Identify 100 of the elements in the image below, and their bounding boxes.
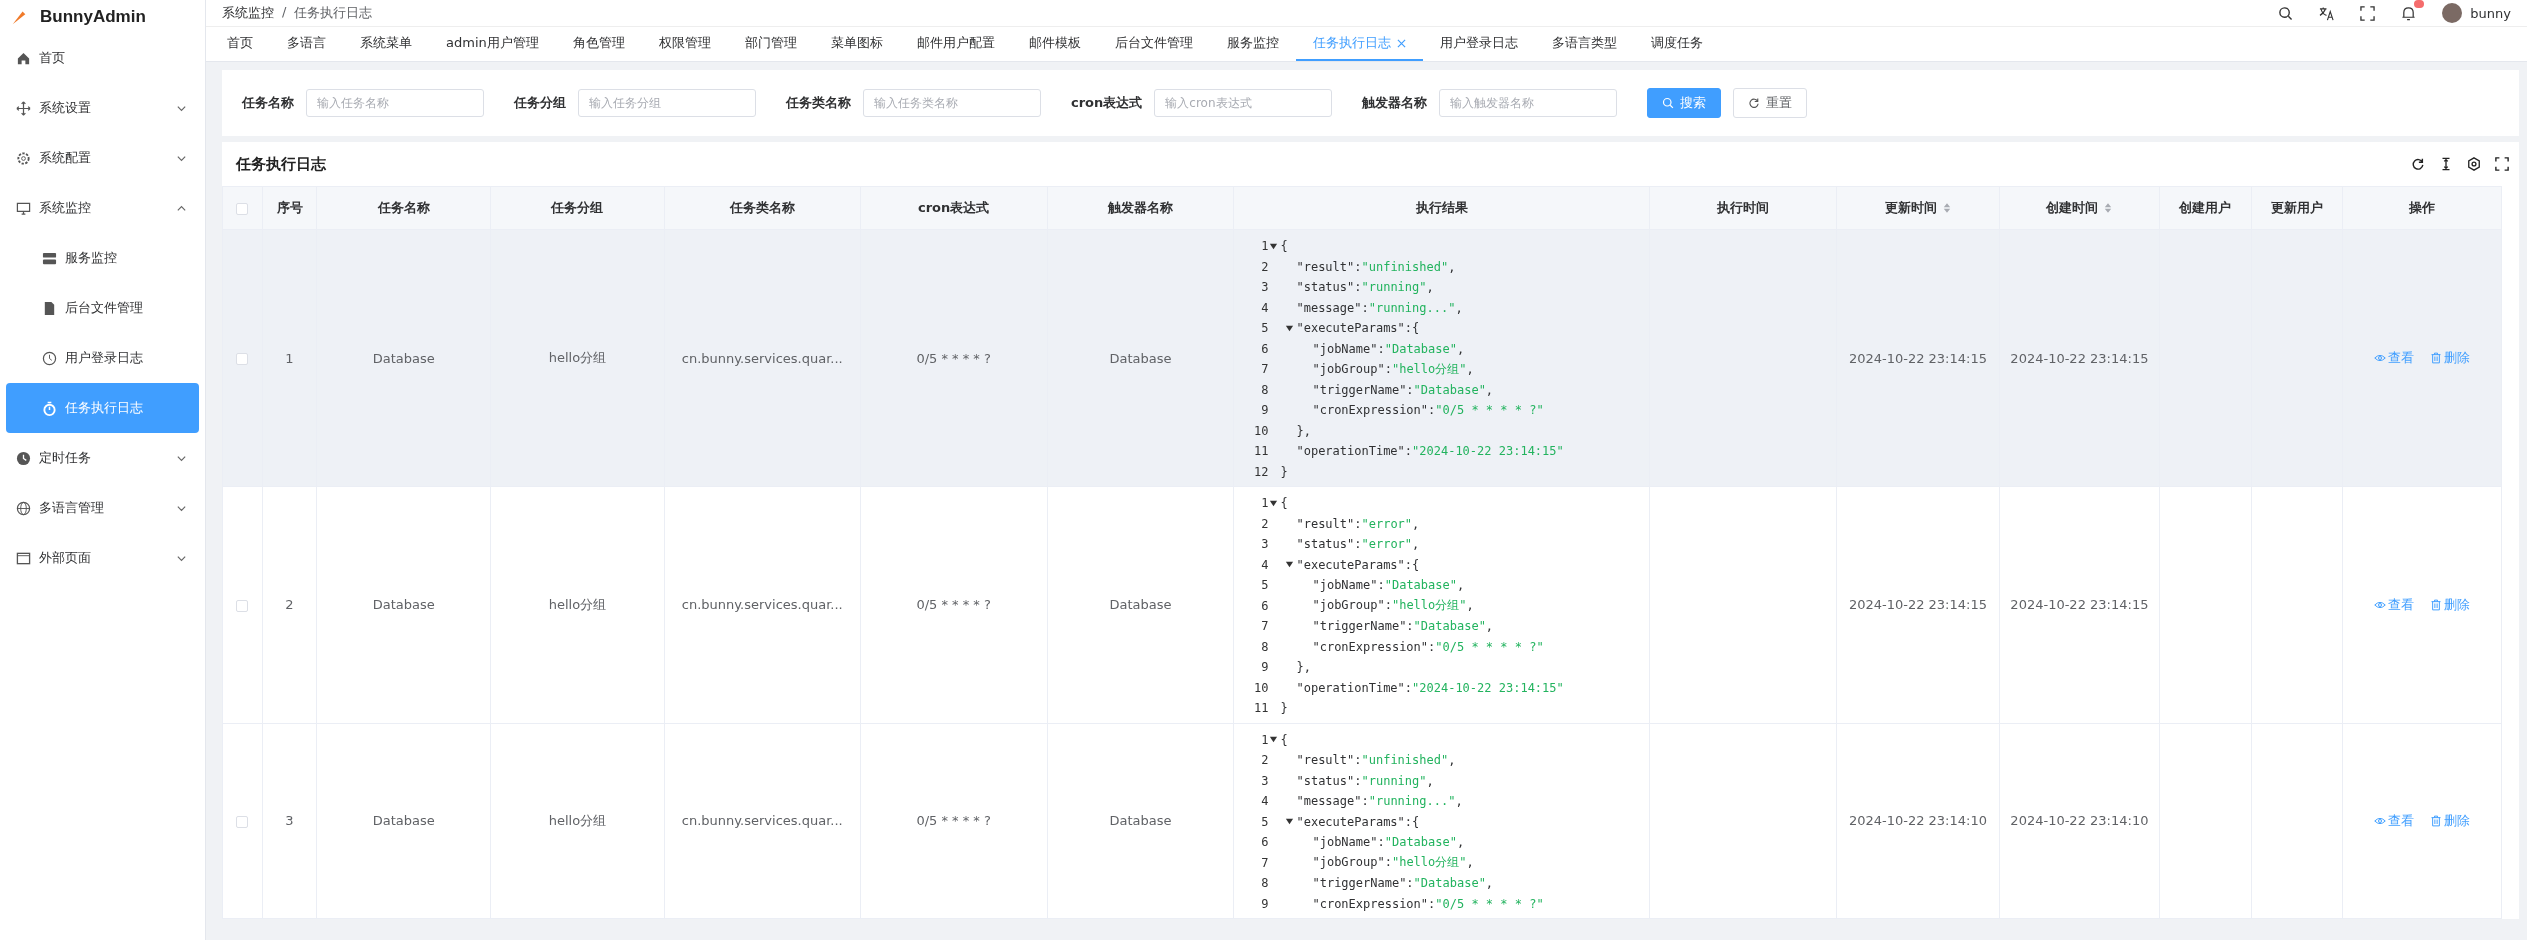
checkbox[interactable]	[236, 815, 249, 828]
reset-button[interactable]: 重置	[1733, 88, 1808, 118]
code-line: {	[1280, 239, 1288, 254]
tab[interactable]: 后台文件管理	[1097, 27, 1210, 61]
user-name[interactable]: bunny	[2470, 5, 2511, 21]
input-field[interactable]: 输入任务分组	[578, 89, 756, 117]
column-header: 执行结果	[1415, 199, 1468, 217]
gear-icon	[16, 150, 31, 166]
avatar[interactable]	[2442, 3, 2463, 23]
line-number: 7	[1260, 362, 1269, 377]
collapse-toggle-icon[interactable]	[1269, 241, 1279, 251]
table-cell: 0/5 * * * * ?	[860, 229, 1048, 487]
fullscreen-icon[interactable]	[2360, 5, 2376, 21]
sidebar-item[interactable]: 多语言管理	[0, 483, 205, 533]
code-line: {	[1280, 732, 1288, 747]
code-line: "executeParams":{	[1296, 814, 1420, 829]
refresh-icon[interactable]	[2411, 157, 2425, 171]
column-header: 任务类名称	[729, 199, 795, 217]
line-number: 9	[1260, 896, 1269, 911]
tab[interactable]: 用户登录日志	[1422, 27, 1535, 61]
code-line: "executeParams":{	[1296, 321, 1420, 336]
checkbox[interactable]	[236, 599, 249, 612]
table-cell: Database	[316, 229, 491, 487]
line-number: 8	[1260, 639, 1269, 654]
table-cell: 2024-10-22 23:14:15	[1836, 486, 2000, 723]
sidebar-item[interactable]: 后台文件管理	[6, 283, 199, 333]
breadcrumb-item[interactable]: 任务执行日志	[294, 4, 373, 22]
move-icon	[16, 100, 31, 116]
breadcrumb-item[interactable]: 系统监控	[222, 4, 274, 22]
tab[interactable]: 权限管理	[641, 27, 728, 61]
checkbox[interactable]	[236, 203, 249, 215]
collapse-toggle-icon[interactable]	[1269, 498, 1279, 508]
code-line: "jobGroup":"hello分组",	[1312, 597, 1474, 615]
code-line: "result":"unfinished",	[1296, 259, 1456, 274]
collapse-toggle-icon[interactable]	[1285, 817, 1295, 827]
tab[interactable]: 多语言类型	[1534, 27, 1634, 61]
line-number: 1	[1260, 732, 1269, 747]
line-number: 9	[1260, 660, 1269, 675]
line-number: 7	[1260, 855, 1269, 870]
sidebar-item[interactable]: 系统配置	[0, 133, 205, 183]
code-line: "status":"error",	[1296, 537, 1420, 552]
trash-icon	[2430, 814, 2443, 827]
input-field[interactable]: 输入cron表达式	[1154, 89, 1333, 117]
tab[interactable]: 首页	[210, 27, 270, 61]
fullscreen-icon[interactable]	[2495, 157, 2509, 171]
settings-icon[interactable]	[2467, 157, 2481, 171]
tab[interactable]: 部门管理	[727, 27, 814, 61]
sidebar-item[interactable]: 首页	[0, 33, 205, 83]
input-field[interactable]: 输入任务类名称	[863, 89, 1041, 117]
table-cell: hello分组	[490, 229, 665, 487]
window-icon	[16, 550, 31, 566]
line-number: 2	[1260, 259, 1269, 274]
line-number: 6	[1260, 835, 1269, 850]
code-line: "jobGroup":"hello分组",	[1312, 360, 1474, 378]
table-cell: Database	[316, 723, 491, 919]
tab[interactable]: 邮件用户配置	[899, 27, 1012, 61]
checkbox[interactable]	[236, 353, 249, 365]
tab[interactable]: admin用户管理	[429, 27, 556, 61]
search-icon	[1662, 97, 1675, 109]
sidebar-item[interactable]: 系统设置	[0, 83, 205, 133]
sidebar-item[interactable]: 用户登录日志	[6, 333, 199, 383]
code-line: {	[1280, 496, 1288, 511]
code-line: "triggerName":"Database",	[1312, 382, 1494, 397]
sidebar-item[interactable]: 服务监控	[6, 233, 199, 283]
line-number: 6	[1260, 341, 1269, 356]
tab[interactable]: 邮件模板	[1011, 27, 1098, 61]
file-icon	[42, 300, 57, 316]
tab[interactable]: 服务监控	[1209, 27, 1296, 61]
tab[interactable]: 系统菜单	[343, 27, 429, 61]
code-line: "result":"unfinished",	[1296, 753, 1456, 768]
tab[interactable]: 角色管理	[555, 27, 642, 61]
close-icon[interactable]	[1396, 38, 1406, 48]
field-label: 任务类名称	[786, 94, 851, 112]
tab[interactable]: 菜单图标	[813, 27, 900, 61]
collapse-toggle-icon[interactable]	[1285, 323, 1295, 333]
sidebar-item[interactable]: 定时任务	[0, 433, 205, 483]
table-cell: hello分组	[490, 723, 665, 919]
tab[interactable]: 多语言	[270, 27, 343, 61]
line-number: 6	[1260, 598, 1269, 613]
collapse-toggle-icon[interactable]	[1285, 560, 1295, 570]
code-line: "result":"error",	[1296, 516, 1420, 531]
refresh-icon	[1748, 97, 1761, 109]
field-label: 任务分组	[514, 94, 566, 112]
code-line: "cronExpression":"0/5 * * * * ?"	[1312, 896, 1544, 911]
line-number: 2	[1260, 516, 1269, 531]
tab[interactable]: 调度任务	[1633, 27, 1720, 61]
translate-icon[interactable]	[2319, 5, 2335, 21]
collapse-toggle-icon[interactable]	[1269, 735, 1279, 745]
column-header: 任务名称	[377, 199, 430, 217]
field-label: 任务名称	[242, 94, 294, 112]
search-icon[interactable]	[2278, 5, 2294, 21]
code-line: "message":"running...",	[1296, 794, 1463, 809]
input-field[interactable]: 输入任务名称	[306, 89, 484, 117]
input-field[interactable]: 输入触发器名称	[1439, 89, 1618, 117]
column-header: 任务分组	[551, 199, 604, 217]
sidebar-item[interactable]: 系统监控	[0, 183, 205, 233]
bell-icon[interactable]	[2401, 5, 2417, 21]
code-line: "operationTime":"2024-10-22 23:14:15"	[1296, 680, 1564, 695]
code-line: "status":"running",	[1296, 773, 1434, 788]
sidebar-item[interactable]: 外部页面	[0, 533, 205, 583]
